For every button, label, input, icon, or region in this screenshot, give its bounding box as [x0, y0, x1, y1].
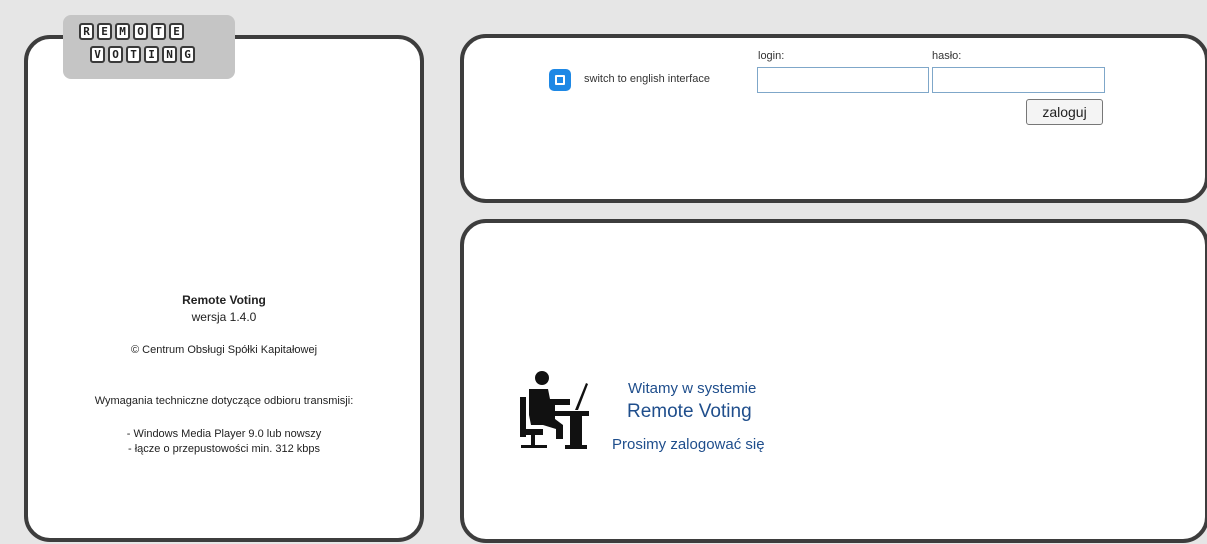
login-prompt: Prosimy zalogować się [612, 436, 765, 453]
logo-tile: O [133, 23, 148, 40]
logo-row-remote: R E M O T E [79, 23, 184, 40]
requirements-title: Wymagania techniczne dotyczące odbioru t… [94, 395, 354, 407]
logo-tile: M [115, 23, 130, 40]
app-name: Remote Voting [182, 293, 266, 307]
app-version: wersja 1.4.0 [191, 310, 257, 324]
logo-tile: O [108, 46, 123, 63]
copyright: © Centrum Obsługi Spółki Kapitałowej [130, 344, 318, 356]
welcome-line: Witamy w systemie [628, 380, 757, 397]
logo-tile: V [90, 46, 105, 63]
requirement-item: - łącze o przepustowości min. 312 kbps [128, 443, 320, 455]
person-at-desk-icon [520, 371, 589, 449]
logo-tile: T [151, 23, 166, 40]
logo-tile: G [180, 46, 195, 63]
login-input[interactable] [757, 67, 929, 93]
logo-tile: E [169, 23, 184, 40]
welcome-system-name: Remote Voting [627, 401, 752, 422]
remote-voting-logo: R E M O T E V O T I N G [63, 15, 235, 79]
login-button[interactable]: zaloguj [1026, 99, 1103, 125]
password-input[interactable] [932, 67, 1105, 93]
password-label: hasło: [932, 50, 962, 62]
logo-tile: E [97, 23, 112, 40]
logo-tile: R [79, 23, 94, 40]
logo-tile: T [126, 46, 141, 63]
window-icon[interactable] [549, 69, 571, 91]
requirement-item: - Windows Media Player 9.0 lub nowszy [126, 428, 322, 440]
login-label: login: [758, 50, 785, 62]
logo-tile: N [162, 46, 177, 63]
switch-language-link[interactable]: switch to english interface [584, 73, 710, 85]
logo-tile: I [144, 46, 159, 63]
info-panel [24, 35, 424, 542]
logo-row-voting: V O T I N G [90, 46, 195, 63]
